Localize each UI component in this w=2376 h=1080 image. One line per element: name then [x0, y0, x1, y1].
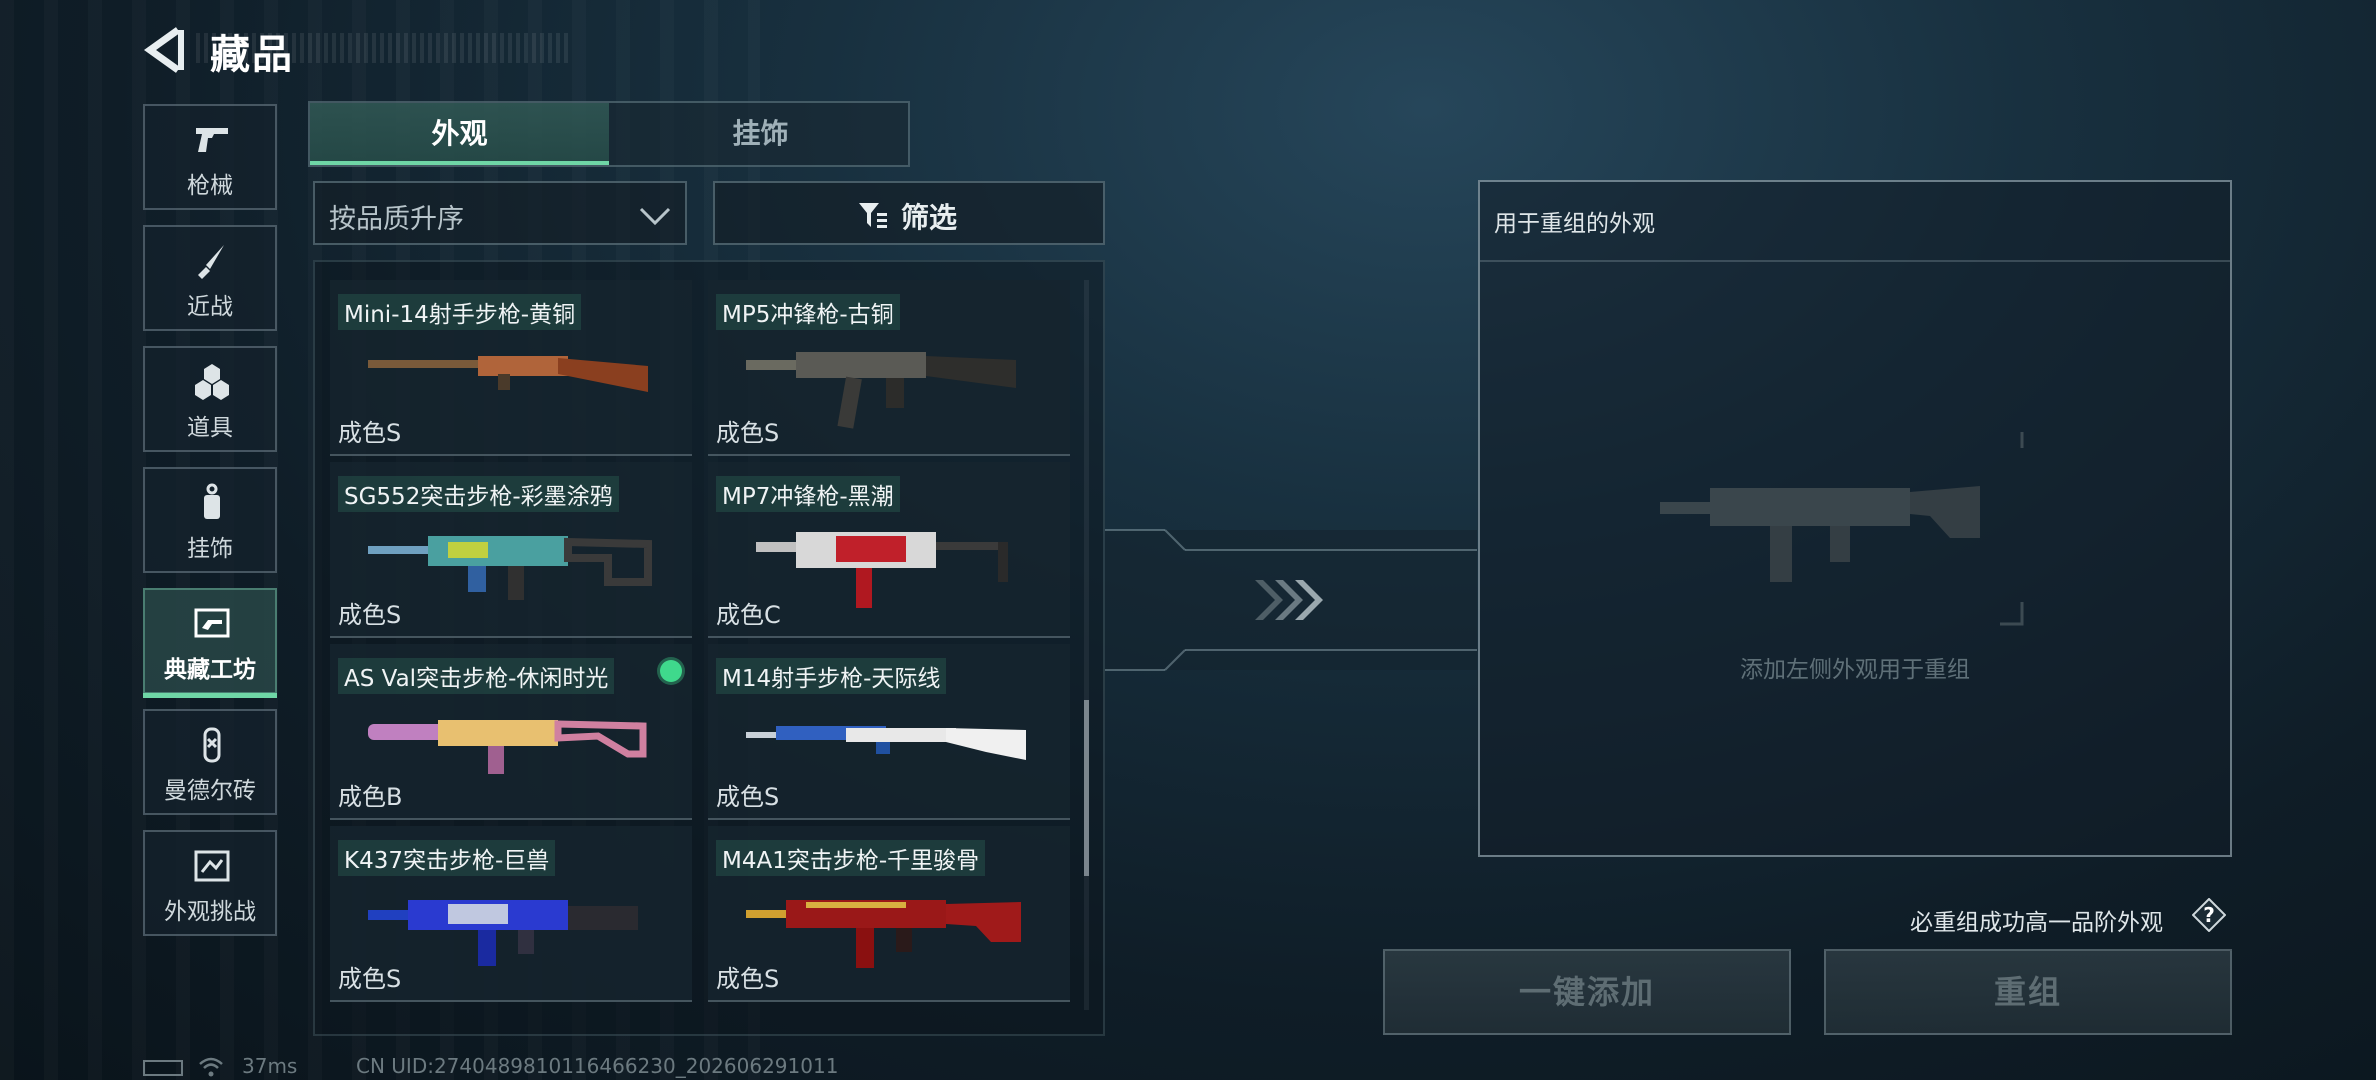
- panel-title: 用于重组的外观: [1494, 211, 1655, 237]
- selected-indicator: [660, 660, 682, 682]
- sidebar-item-melee[interactable]: 近战: [143, 225, 277, 331]
- sidebar-item-label: 枪械: [187, 173, 233, 199]
- item-grade: 成色S: [338, 419, 402, 447]
- filter-icon: [859, 203, 887, 228]
- empty-slot-rifle-icon[interactable]: [1660, 432, 2054, 632]
- list-item[interactable]: Mini-14射手步枪-黄铜 成色S: [330, 280, 692, 456]
- empty-hint: 添加左侧外观用于重组: [1740, 657, 1970, 683]
- filter-label: 筛选: [901, 201, 958, 234]
- item-grade: 成色S: [716, 783, 780, 811]
- chevron-down-icon: [639, 207, 671, 226]
- sidebar-item-label: 挂饰: [187, 536, 233, 562]
- list-item[interactable]: M14射手步枪-天际线 成色S: [708, 644, 1070, 820]
- item-name: MP7冲锋枪-黑潮: [716, 476, 900, 512]
- wifi-icon: [199, 1057, 223, 1077]
- connector-arrows-icon: [1105, 529, 1477, 671]
- rifle-image: [746, 726, 1026, 760]
- add-all-button[interactable]: 一键添加: [1383, 949, 1791, 1035]
- smg-image: [756, 532, 1008, 608]
- sort-label: 按品质升序: [329, 204, 464, 235]
- challenge-icon: [194, 850, 230, 882]
- rifle-image: [746, 900, 1021, 968]
- guarantee-text: 必重组成功高一品阶外观: [1910, 910, 2163, 936]
- item-name: M4A1突击步枪-千里骏骨: [716, 840, 986, 876]
- item-name: SG552突击步枪-彩墨涂鸦: [338, 476, 619, 512]
- item-name: K437突击步枪-巨兽: [338, 840, 556, 876]
- item-name: AS Val突击步枪-休闲时光: [338, 658, 615, 694]
- pistol-icon: [196, 128, 228, 152]
- list-item[interactable]: MP5冲锋枪-古铜 成色S: [708, 280, 1070, 456]
- tab-skins[interactable]: 外观: [310, 103, 609, 165]
- list-item[interactable]: AS Val突击步枪-休闲时光 成色B: [330, 644, 692, 820]
- sidebar-item-mandel-brick[interactable]: 曼德尔砖: [143, 709, 277, 815]
- smg-image: [746, 352, 1016, 429]
- item-grade: 成色S: [338, 601, 402, 629]
- skin-list[interactable]: Mini-14射手步枪-黄铜 成色S MP5冲锋枪-古铜 成色S SG552突击…: [313, 260, 1105, 1036]
- regroup-button[interactable]: 重组: [1824, 949, 2232, 1035]
- sidebar-item-guns[interactable]: 枪械: [143, 104, 277, 210]
- list-item[interactable]: SG552突击步枪-彩墨涂鸦 成色S: [330, 462, 692, 638]
- brick-icon: [203, 727, 221, 763]
- sidebar-item-label: 外观挑战: [164, 899, 256, 925]
- svg-text:?: ?: [2203, 903, 2215, 927]
- help-icon[interactable]: ?: [2192, 898, 2226, 932]
- category-tabs: 外观 挂饰: [308, 101, 910, 167]
- sidebar-item-gadgets[interactable]: 道具: [143, 346, 277, 452]
- sidebar-item-skin-challenge[interactable]: 外观挑战: [143, 830, 277, 936]
- panel-header: 用于重组的外观: [1480, 182, 2230, 262]
- item-name: M14射手步枪-天际线: [716, 658, 947, 694]
- item-grade: 成色S: [716, 419, 780, 447]
- item-grade: 成色S: [338, 965, 402, 993]
- tab-charms[interactable]: 挂饰: [611, 103, 910, 165]
- scroll-track[interactable]: [1084, 280, 1089, 1010]
- item-grade: 成色B: [338, 783, 403, 811]
- rifle-image: [368, 720, 647, 774]
- regroup-panel: 用于重组的外观 添加左侧外观用于重组: [1478, 180, 2232, 857]
- list-item[interactable]: MP7冲锋枪-黑潮 成色C: [708, 462, 1070, 638]
- sidebar-item-label: 典藏工坊: [164, 657, 256, 683]
- knife-icon: [198, 245, 224, 279]
- item-grade: 成色C: [716, 601, 781, 629]
- sidebar-item-label: 道具: [187, 415, 233, 441]
- sidebar-item-workshop[interactable]: 典藏工坊: [143, 588, 277, 698]
- rifle-image: [368, 900, 638, 966]
- charm-icon: [204, 483, 220, 519]
- list-item[interactable]: K437突击步枪-巨兽 成色S: [330, 826, 692, 1002]
- sort-dropdown[interactable]: 按品质升序: [313, 181, 687, 245]
- ping-text: 37ms: [242, 1054, 298, 1078]
- item-grade: 成色S: [716, 965, 780, 993]
- grenade-icon: [195, 364, 229, 400]
- sidebar-item-label: 曼德尔砖: [164, 778, 256, 804]
- item-name: Mini-14射手步枪-黄铜: [338, 294, 582, 330]
- item-name: MP5冲锋枪-古铜: [716, 294, 900, 330]
- sidebar-item-label: 近战: [187, 294, 233, 320]
- battery-icon: [143, 1060, 183, 1076]
- scrollbar-thumb[interactable]: [1084, 700, 1089, 876]
- page-title: 藏品: [210, 32, 294, 78]
- rifle-image: [368, 536, 652, 600]
- filter-button[interactable]: 筛选: [713, 181, 1105, 245]
- rifle-image: [368, 356, 648, 392]
- uid-text: CN UID:2740489810116466230_202606291011: [356, 1054, 839, 1078]
- workshop-icon: [194, 608, 230, 638]
- back-arrow-icon[interactable]: [142, 26, 186, 74]
- list-item[interactable]: M4A1突击步枪-千里骏骨 成色S: [708, 826, 1070, 1002]
- sidebar-item-charms[interactable]: 挂饰: [143, 467, 277, 573]
